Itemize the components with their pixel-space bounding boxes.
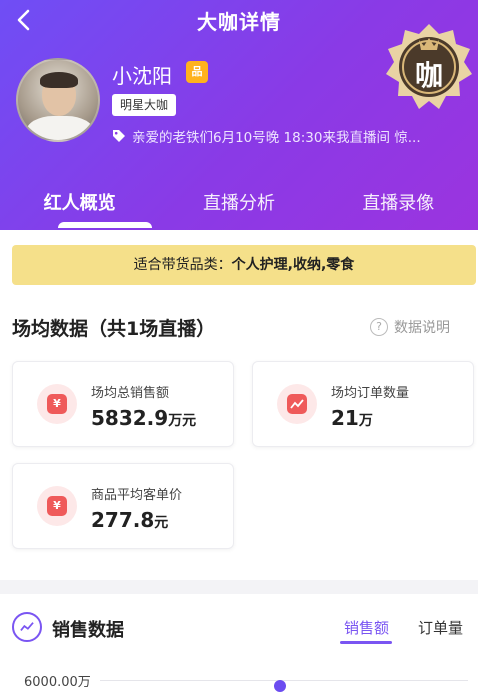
chart-trend-icon: [277, 384, 317, 424]
medal-character: 咖: [414, 59, 443, 92]
category-tag: 明星大咖: [112, 94, 177, 116]
stat-card-avg-price: ¥ 商品平均客单价 277.8元: [12, 463, 234, 549]
y-axis-label: 6000.00万: [24, 675, 91, 690]
stats-section-title: 场均数据（共1场直播）: [12, 318, 216, 340]
influencer-name: 小沈阳: [112, 64, 172, 88]
verified-badge-icon: 品: [186, 61, 208, 83]
stat-value: 21万: [331, 406, 373, 430]
sales-chart-icon: [12, 612, 42, 642]
money-bag-icon: ¥: [37, 384, 77, 424]
data-help-link[interactable]: ? 数据说明: [370, 317, 450, 337]
help-label: 数据说明: [394, 320, 450, 336]
section-divider: [0, 580, 478, 594]
stat-card-avg-orders: 场均订单数量 21万: [252, 361, 474, 447]
tag-icon: [113, 130, 125, 142]
tab-sales-amount[interactable]: 销售额: [344, 617, 389, 638]
stat-label: 商品平均客单价: [91, 488, 183, 503]
stat-value: 277.8元: [91, 508, 169, 532]
chart-data-point[interactable]: [274, 680, 286, 692]
stat-label: 场均订单数量: [331, 386, 410, 401]
stat-card-avg-sales: ¥ 场均总销售额 5832.9万元: [12, 361, 234, 447]
ticket-icon: ¥: [37, 486, 77, 526]
notice-categories: 个人护理,收纳,零食: [231, 257, 355, 273]
avatar[interactable]: [16, 58, 100, 142]
live-description[interactable]: 亲爱的老铁们6月10号晚 18:30来我直播间 惊...: [112, 126, 462, 146]
notice-prefix: 适合带货品类：: [133, 257, 232, 273]
tab-live-replay[interactable]: 直播录像: [319, 186, 478, 230]
description-text: 亲爱的老铁们6月10号晚 18:30来我直播间 惊...: [132, 130, 421, 146]
sales-tab-indicator: [340, 641, 392, 644]
tab-live-analysis[interactable]: 直播分析: [159, 186, 318, 230]
category-notice: 适合带货品类：个人护理,收纳,零食: [12, 245, 476, 285]
stat-value: 5832.9万元: [91, 406, 197, 430]
question-icon: ?: [370, 318, 388, 336]
active-tab-indicator: [58, 222, 152, 228]
tab-order-count[interactable]: 订单量: [418, 617, 463, 638]
stat-label: 场均总销售额: [91, 386, 170, 401]
sales-section-title: 销售数据: [52, 620, 124, 641]
